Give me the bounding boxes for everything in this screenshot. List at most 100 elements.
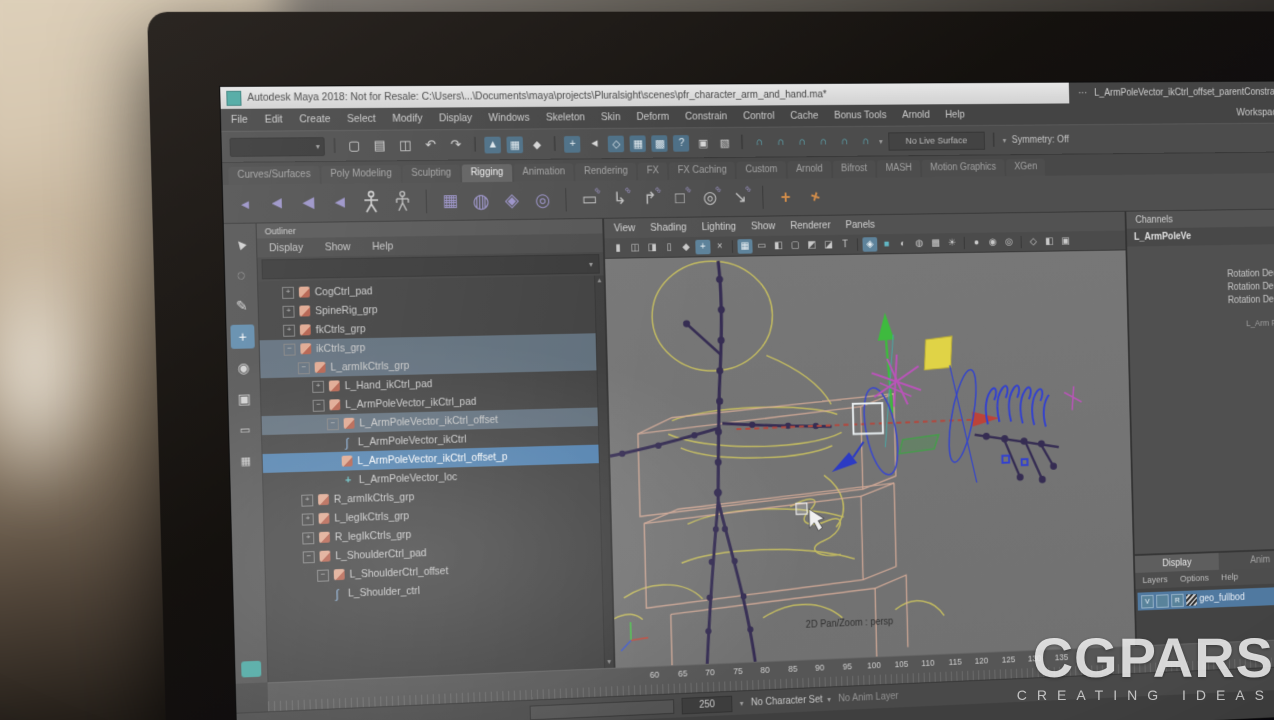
- display-layer-row-selected[interactable]: V R geo_fullbod: [1137, 586, 1274, 610]
- safe-action-icon[interactable]: ◪: [821, 237, 836, 252]
- chevron-down-icon[interactable]: ▾: [1003, 136, 1007, 145]
- menu-edit[interactable]: Edit: [265, 114, 283, 126]
- layer-color-swatch[interactable]: [1186, 594, 1197, 606]
- select-component-icon[interactable]: ◆: [529, 136, 546, 153]
- snap-curve-icon[interactable]: ∩: [773, 134, 789, 151]
- select-camera-icon[interactable]: ▮: [610, 240, 626, 255]
- mask-deformers-icon[interactable]: ▦: [630, 135, 646, 152]
- workspace-selector[interactable]: Workspace: [1236, 107, 1274, 119]
- resolution-gate-icon[interactable]: ◧: [771, 238, 786, 253]
- expand-icon[interactable]: +: [302, 532, 314, 544]
- animation-end-field[interactable]: 250: [681, 695, 732, 714]
- chevron-down-icon[interactable]: ▾: [879, 137, 883, 146]
- skeleton-character-icon[interactable]: [359, 188, 383, 216]
- viewport-menu-view[interactable]: View: [614, 222, 636, 234]
- expand-icon[interactable]: +: [302, 513, 314, 525]
- field-chart-icon[interactable]: ◩: [804, 238, 819, 253]
- mask-surfaces-icon[interactable]: ◇: [608, 135, 625, 152]
- gate-mask-icon[interactable]: ▢: [788, 238, 803, 253]
- expand-icon[interactable]: +: [283, 324, 295, 336]
- layout-four-pane-icon[interactable]: ▦: [234, 448, 258, 473]
- xray-icon[interactable]: ◧: [1042, 234, 1057, 248]
- expand-icon[interactable]: −: [303, 551, 315, 563]
- new-scene-icon[interactable]: ▢: [344, 136, 364, 156]
- menu-bonus-tools[interactable]: Bonus Tools: [834, 109, 887, 121]
- open-scene-icon[interactable]: ▤: [370, 136, 390, 156]
- textured-mode-icon[interactable]: ◐: [895, 236, 910, 251]
- expand-icon[interactable]: −: [327, 418, 339, 430]
- expand-icon[interactable]: −: [283, 343, 295, 355]
- menu-windows[interactable]: Windows: [489, 112, 530, 124]
- tab-anim-layers[interactable]: Anim: [1219, 550, 1274, 570]
- menu-skeleton[interactable]: Skeleton: [546, 111, 585, 123]
- lasso-tool-icon[interactable]: ◌: [229, 263, 253, 287]
- menu-help[interactable]: Help: [945, 109, 965, 121]
- bind-skin-character-icon[interactable]: [390, 188, 414, 216]
- shelf-tab-rendering[interactable]: Rendering: [575, 163, 636, 181]
- material-mode-icon[interactable]: ◍: [912, 236, 927, 251]
- pan-zoom-tool-icon[interactable]: +: [695, 239, 710, 254]
- menu-display[interactable]: Display: [439, 112, 473, 124]
- blue-arrow-control[interactable]: [831, 442, 864, 472]
- ik-spline-icon[interactable]: ◄: [296, 189, 320, 217]
- add-attribute-icon[interactable]: +: [774, 183, 797, 210]
- scroll-up-icon[interactable]: ▲: [596, 277, 603, 284]
- layout-single-pane-icon[interactable]: ▭: [233, 417, 257, 442]
- image-plane-icon[interactable]: ◆: [678, 239, 693, 254]
- symmetry-dropdown[interactable]: Symmetry: Off: [1012, 134, 1069, 145]
- film-gate-icon[interactable]: ▭: [754, 238, 769, 253]
- undo-icon[interactable]: ↶: [420, 135, 440, 155]
- expand-icon[interactable]: −: [313, 399, 325, 411]
- shelf-tab-poly-modeling[interactable]: Poly Modeling: [321, 165, 401, 184]
- lock-camera-icon[interactable]: ◫: [627, 240, 643, 255]
- menu-skin[interactable]: Skin: [601, 111, 621, 123]
- viewport-canvas[interactable]: 2D Pan/Zoom : persp: [605, 250, 1135, 667]
- mask-curves-icon[interactable]: ◄: [586, 135, 603, 152]
- exposure-icon[interactable]: ▣: [1058, 234, 1073, 248]
- joint-tool-icon[interactable]: ◄: [233, 190, 258, 218]
- camera-attributes-icon[interactable]: ◨: [644, 240, 659, 255]
- measure-icon[interactable]: ×: [712, 239, 727, 254]
- layers-options-menu[interactable]: Options: [1180, 573, 1209, 584]
- character-set-dropdown[interactable]: No Character Set ▾: [751, 694, 831, 708]
- tab-display-layers[interactable]: Display: [1135, 553, 1219, 573]
- shelf-tab-arnold[interactable]: Arnold: [787, 161, 831, 179]
- lighting-toggle-icon[interactable]: ☀: [945, 235, 960, 250]
- shelf-tab-fx-caching[interactable]: FX Caching: [669, 162, 735, 180]
- yellow-plane-control[interactable]: [924, 336, 953, 370]
- shelf-tab-fx[interactable]: FX: [638, 162, 667, 180]
- mask-rendering-icon[interactable]: ?: [673, 135, 689, 152]
- snap-point-icon[interactable]: ∩: [794, 134, 810, 151]
- scroll-down-icon[interactable]: ▼: [606, 659, 613, 666]
- shelf-tab-rigging[interactable]: Rigging: [462, 164, 513, 182]
- outliner-menu-help[interactable]: Help: [372, 240, 393, 252]
- viewport-menu-panels[interactable]: Panels: [845, 219, 875, 231]
- parent-constraint-icon[interactable]: ▭∞: [578, 186, 602, 214]
- snap-surface-icon[interactable]: ∩: [836, 133, 852, 149]
- mask-handles-icon[interactable]: +: [564, 135, 581, 152]
- lattice-icon[interactable]: ◈: [500, 187, 524, 215]
- ao-icon[interactable]: ◉: [985, 235, 1000, 250]
- menu-create[interactable]: Create: [299, 113, 330, 125]
- expand-icon[interactable]: −: [317, 569, 329, 581]
- channel-attribute[interactable]: Rotation Deco: [1128, 294, 1274, 308]
- layer-playback-toggle[interactable]: [1156, 594, 1169, 608]
- motion-blur-icon[interactable]: ◎: [1002, 235, 1017, 249]
- save-scene-icon[interactable]: ◫: [395, 135, 415, 155]
- viewport-menu-shading[interactable]: Shading: [650, 222, 687, 234]
- snap-grid-icon[interactable]: ∩: [751, 134, 767, 151]
- expand-icon[interactable]: +: [282, 286, 294, 298]
- expand-icon[interactable]: +: [312, 380, 324, 392]
- live-surface-field[interactable]: No Live Surface: [888, 131, 985, 150]
- menu-arnold[interactable]: Arnold: [902, 109, 930, 121]
- snap-plane-icon[interactable]: ∩: [815, 133, 831, 150]
- wrap-deformer-icon[interactable]: ◎: [531, 186, 555, 214]
- grid-toggle-icon[interactable]: ▦: [737, 239, 752, 254]
- shelf-tab-custom[interactable]: Custom: [737, 161, 786, 179]
- point-constraint-icon[interactable]: ↳∞: [608, 185, 631, 213]
- isolate-select-icon[interactable]: ◇: [1026, 234, 1041, 248]
- layer-visibility-toggle[interactable]: V: [1141, 594, 1154, 608]
- shelf-tab-animation[interactable]: Animation: [514, 163, 574, 181]
- mask-dynamics-icon[interactable]: ▩: [652, 135, 668, 152]
- layers-menu[interactable]: Layers: [1142, 575, 1167, 586]
